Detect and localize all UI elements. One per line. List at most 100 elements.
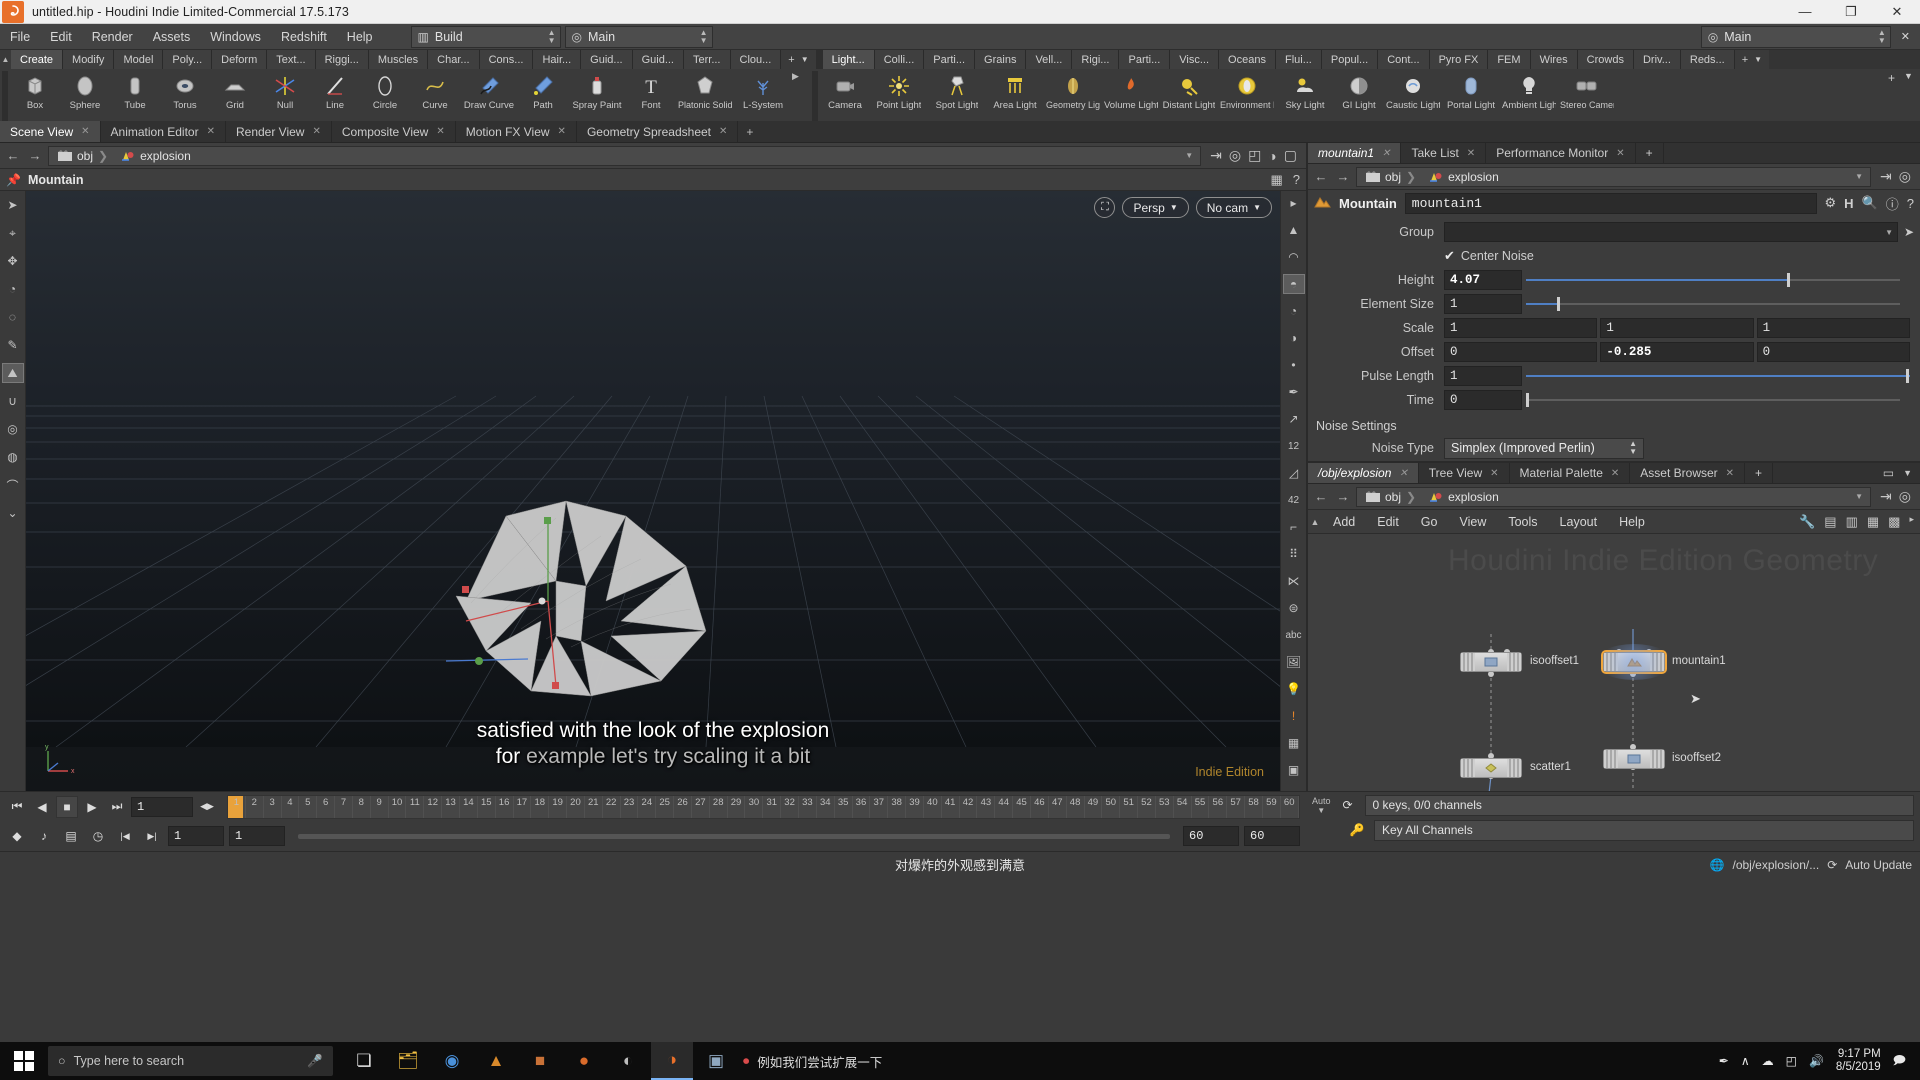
shelf-tool-path[interactable]: Path (518, 71, 568, 111)
viewport-menu-icon[interactable]: ▸ (1283, 193, 1305, 213)
audio-icon[interactable]: ♪ (33, 825, 55, 847)
shelf-tool-volume-light[interactable]: Volume Light (1102, 71, 1160, 111)
shelf-tool-distant-light[interactable]: Distant Light (1160, 71, 1218, 111)
forward-arrow-icon[interactable]: → (1334, 489, 1352, 504)
shelf-tool-draw-curve[interactable]: Draw Curve (460, 71, 518, 111)
taskbar-app-chrome[interactable]: ◉ (431, 1042, 473, 1080)
forward-arrow-icon[interactable]: → (1334, 169, 1352, 184)
color-palette-icon[interactable]: ▥ (1846, 514, 1858, 530)
cloud-icon[interactable]: ☁ (1762, 1054, 1774, 1068)
range-start-field-2[interactable]: 1 (229, 826, 285, 847)
network-menu-help[interactable]: Help (1608, 513, 1656, 531)
close-icon[interactable]: ✕ (1399, 468, 1407, 479)
scene-breadcrumb[interactable]: obj ❯ explosion ▼ (48, 145, 1202, 166)
scale-z-input[interactable]: 1 (1756, 318, 1910, 338)
close-icon[interactable]: ✕ (1616, 148, 1624, 159)
pin-network-icon[interactable]: ⇥ (1210, 147, 1222, 164)
shear-tool-icon[interactable]: ⌒ (2, 475, 24, 495)
snapshot-icon[interactable]: ◎ (1899, 488, 1911, 505)
pulse-length-input[interactable]: 1 (1444, 366, 1522, 386)
chevron-down-icon[interactable]: ▼ (1185, 151, 1196, 160)
snapshot-icon[interactable]: ◎ (1229, 147, 1241, 164)
shelf-tab-particlefluids[interactable]: Parti... (1119, 50, 1171, 69)
shelf-tab-deform[interactable]: Deform (212, 50, 268, 69)
chevron-up-icon[interactable]: ∧ (1741, 1054, 1750, 1068)
shelf-tool-null[interactable]: Null (260, 71, 310, 111)
grid-snap-icon[interactable]: ▦ (1283, 733, 1305, 753)
shelf-tab-create[interactable]: Create (11, 50, 64, 69)
info-icon[interactable]: ⓘ (1886, 194, 1899, 213)
table-view-icon[interactable]: ▩ (1888, 514, 1900, 530)
network-menu-view[interactable]: View (1448, 513, 1497, 531)
taskbar-clock[interactable]: 9:17 PM 8/5/2019 (1836, 1048, 1881, 1074)
pin-icon[interactable]: 📌 (6, 173, 21, 187)
taskbar-caption-group[interactable]: ⏺ 例如我们尝试扩展一下 (743, 1052, 882, 1071)
network-tab-asset-browser[interactable]: Asset Browser ✕ (1630, 463, 1746, 483)
houdini-h-icon[interactable]: H (1844, 196, 1853, 211)
scope-channels-icon[interactable]: ⟳ (1337, 794, 1359, 816)
range-scrollbar[interactable] (298, 833, 1170, 839)
skip-start-button[interactable]: ⏮ (6, 796, 28, 818)
range-end-field-2[interactable]: 60 (1244, 826, 1300, 847)
camera-dropdown[interactable]: No cam ▼ (1195, 197, 1272, 218)
node-flags-left[interactable] (1604, 750, 1618, 768)
shelf-tab-fluids[interactable]: Flui... (1275, 50, 1322, 69)
shelf-tool-sphere[interactable]: Sphere (60, 71, 110, 111)
shelf-tool-sky-light[interactable]: Sky Light (1276, 71, 1334, 111)
network-tab-material-palette[interactable]: Material Palette ✕ (1510, 463, 1631, 483)
shelf-add-tab-button[interactable]: + ▼ (781, 50, 816, 69)
auto-key-selector[interactable]: Auto ▼ (1312, 796, 1331, 815)
network-menu-go[interactable]: Go (1410, 513, 1449, 531)
forward-arrow-icon[interactable]: → (26, 148, 44, 163)
breadcrumb-explosion[interactable]: explosion (1424, 170, 1503, 184)
shelf-tool-portal-light[interactable]: Portal Light (1442, 71, 1500, 111)
close-icon[interactable]: ✕ (1726, 468, 1734, 479)
shelf-tool-stereo-camera[interactable]: Stereo Camera (1558, 71, 1616, 110)
network-menu-edit[interactable]: Edit (1366, 513, 1410, 531)
shelf-tool-font[interactable]: T Font (626, 71, 676, 111)
taskbar-search-box[interactable]: ○ Type here to search 🎤 (48, 1046, 333, 1076)
group-picker-icon[interactable]: ➤ (1898, 225, 1920, 239)
handles-tool-icon[interactable]: ⌖ (2, 223, 24, 243)
menu-file[interactable]: File (0, 27, 40, 47)
back-arrow-icon[interactable]: ← (1312, 169, 1330, 184)
globe-icon[interactable]: 🌐 (1710, 858, 1725, 872)
menu-redshift[interactable]: Redshift (271, 27, 337, 47)
scroll-up-icon[interactable]: ▲ (1283, 220, 1305, 240)
chevron-down-icon[interactable]: ▼ (1903, 468, 1912, 478)
menu-edit[interactable]: Edit (40, 27, 82, 47)
maximize-button[interactable]: ❐ (1828, 0, 1874, 24)
chevron-down-icon[interactable]: ▼ (1855, 172, 1866, 181)
stop-button[interactable]: ■ (56, 795, 78, 818)
node-flags-right[interactable] (1507, 759, 1521, 777)
menu-windows[interactable]: Windows (200, 27, 271, 47)
shelf-tool-circle[interactable]: Circle (360, 71, 410, 111)
breadcrumb-obj[interactable]: obj ❯ (53, 149, 112, 163)
microphone-icon[interactable]: 🎤 (307, 1054, 323, 1069)
node-scatter1[interactable] (1460, 758, 1522, 778)
height-slider[interactable] (1526, 270, 1910, 290)
param-tab-performance-monitor[interactable]: Performance Monitor ✕ (1486, 143, 1636, 163)
panel-close-icon[interactable]: ✕ (1891, 27, 1920, 46)
range-end-icon[interactable]: ▶| (141, 825, 163, 847)
back-arrow-icon[interactable]: ← (1312, 489, 1330, 504)
viewport-canvas[interactable]: ⛶ Persp ▼ No cam ▼ y x Indie Edition sat… (26, 191, 1280, 791)
display-options-icon[interactable]: ◑ (1283, 328, 1305, 348)
shelf-tool-point-light[interactable]: Point Light (870, 71, 928, 111)
brush-tool-icon[interactable]: ✎ (2, 335, 24, 355)
frame-stepper-icon[interactable]: ◀▶ (196, 796, 218, 818)
magnet-tool-icon[interactable]: ∪ (2, 391, 24, 411)
close-icon[interactable]: ✕ (1467, 148, 1475, 159)
shelf-tab-viscous[interactable]: Visc... (1170, 50, 1220, 69)
breadcrumb-explosion[interactable]: explosion (1424, 490, 1503, 504)
node-isooffset2[interactable] (1603, 749, 1665, 769)
curve-display-icon[interactable]: ⌐ (1283, 517, 1305, 537)
network-tab-tree-view[interactable]: Tree View ✕ (1419, 463, 1510, 483)
shelf-tab-collisions[interactable]: Colli... (874, 50, 925, 69)
close-icon[interactable]: ✕ (312, 126, 320, 137)
numbers-42-icon[interactable]: 42 (1283, 490, 1305, 510)
breadcrumb-explosion[interactable]: explosion (116, 149, 195, 163)
shelf-tool-camera[interactable]: Camera (820, 71, 870, 111)
close-icon[interactable]: ✕ (1490, 468, 1498, 479)
pin-parameters-icon[interactable]: ⇥ (1880, 168, 1892, 185)
